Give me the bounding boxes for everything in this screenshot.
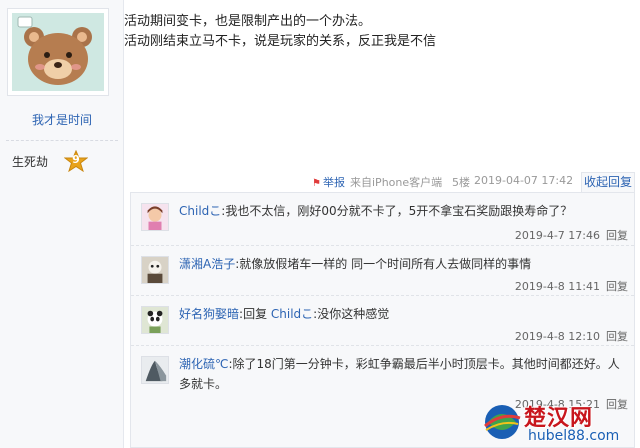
report-label: 举报 <box>322 176 345 189</box>
level-number: 9 <box>72 153 80 166</box>
author-level-row: 生死劫 9 <box>12 150 112 172</box>
avatar-image <box>142 307 168 333</box>
reply-target-username[interactable]: Childこ <box>271 307 313 321</box>
post-tail-bar: ⚑ 举报 来自iPhone客户端 5楼 2019-04-07 17:42 收起回复 <box>300 170 635 192</box>
reply-body: 潮化硫℃:除了18门第一分钟卡，彩虹争霸最后半小时顶层卡。其他时间都还好。人多就… <box>179 354 629 394</box>
reply-time: 2019-4-8 12:10 <box>514 330 600 343</box>
reply-username[interactable]: 潮化硫℃ <box>179 357 228 371</box>
reply-body: 潇湘A浩子:就像放假堵车一样的 同一个时间所有人去做同样的事情 <box>179 254 629 274</box>
reply-time: 2019-4-7 17:46 <box>514 229 600 242</box>
reply-item: 潇湘A浩子:就像放假堵车一样的 同一个时间所有人去做同样的事情 2019-4-8… <box>131 245 634 295</box>
author-name-link[interactable]: 我才是时间 <box>0 111 124 128</box>
reply-button[interactable]: 回复 <box>606 280 628 293</box>
reply-meta: 2019-4-7 17:46 回复 <box>515 227 628 243</box>
post-source: 来自iPhone客户端 <box>350 176 443 189</box>
reply-meta: 2019-4-8 11:41 回复 <box>515 278 628 294</box>
site-watermark: 楚汉网 hubel88.com <box>478 402 640 448</box>
reply-text: 我也不太信，刚好00分就不卡了，5开不拿宝石奖励跟换寿命了？ <box>225 204 573 218</box>
reply-body: 好名狗娶暗:回复 Childこ:没你这种感觉 <box>179 304 629 324</box>
author-panel: 我才是时间 生死劫 9 <box>0 0 124 448</box>
avatar-image <box>142 204 168 230</box>
globe-logo-icon <box>484 405 521 439</box>
reply-avatar[interactable] <box>141 356 169 384</box>
reply-text: :没你这种感觉 <box>313 307 390 321</box>
reply-item: Childこ:我也不太信，刚好00分就不卡了，5开不拿宝石奖励跟换寿命了？ 20… <box>131 193 634 245</box>
reply-button[interactable]: 回复 <box>606 229 628 242</box>
author-divider <box>6 140 118 141</box>
reply-time: 2019-4-8 11:41 <box>514 280 600 293</box>
reply-username[interactable]: 好名狗娶暗 <box>179 307 239 321</box>
report-link[interactable]: ⚑ 举报 <box>312 174 345 190</box>
reply-body: Childこ:我也不太信，刚好00分就不卡了，5开不拿宝石奖励跟换寿命了？ <box>179 201 629 221</box>
reply-item: 好名狗娶暗:回复 Childこ:没你这种感觉 2019-4-8 12:10 回复 <box>131 295 634 345</box>
post-line: 活动期间变卡，也是限制产出的一个办法。 <box>124 14 372 29</box>
reply-avatar[interactable] <box>141 306 169 334</box>
bear-avatar-image <box>12 13 104 91</box>
post-line: 活动刚结束立马不卡，说是玩家的关系，反正我是不信 <box>124 34 437 49</box>
reply-avatar[interactable] <box>141 203 169 231</box>
reply-text: 除了18门第一分钟卡，彩虹争霸最后半小时顶层卡。其他时间都还好。人多就卡。 <box>179 357 620 391</box>
floor-number: 5楼 <box>452 176 470 189</box>
watermark-url: hubel88.com <box>528 428 620 444</box>
reply-username[interactable]: Childこ <box>179 204 221 218</box>
reply-prefix: 回复 <box>243 307 271 321</box>
level-title: 生死劫 <box>12 155 49 169</box>
author-avatar[interactable] <box>7 8 109 96</box>
avatar-image <box>142 357 168 383</box>
level-badge[interactable]: 9 <box>64 150 88 172</box>
reply-text: 就像放假堵车一样的 同一个时间所有人去做同样的事情 <box>239 257 532 271</box>
reply-meta: 2019-4-8 12:10 回复 <box>515 328 628 344</box>
post-time: 2019-04-07 17:42 <box>474 174 574 187</box>
reply-avatar[interactable] <box>141 256 169 284</box>
reply-username[interactable]: 潇湘A浩子 <box>179 257 235 271</box>
collapse-replies-button[interactable]: 收起回复 <box>581 172 635 192</box>
post-content: 活动期间变卡，也是限制产出的一个办法。 活动刚结束立马不卡，说是玩家的关系，反正… <box>124 12 436 52</box>
report-flag-icon: ⚑ <box>312 178 321 189</box>
avatar-image <box>142 257 168 283</box>
reply-button[interactable]: 回复 <box>606 330 628 343</box>
